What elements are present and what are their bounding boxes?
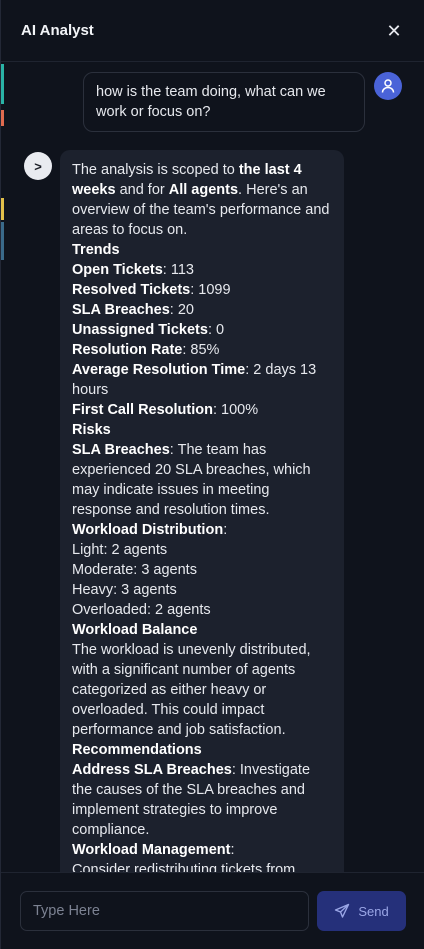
metric-item: Average Resolution Time: 2 days 13 hours [72, 360, 332, 400]
intro-text: The analysis is scoped to [72, 162, 239, 178]
ai-message: The analysis is scoped to the last 4 wee… [60, 150, 344, 872]
metric-value: : 100% [213, 402, 259, 418]
metric-item: SLA Breaches: 20 [72, 300, 332, 320]
metric-value: : 1099 [190, 282, 231, 298]
intro-text: and for [115, 182, 169, 198]
panel-header: AI Analyst ✕ [1, 0, 424, 62]
risks-heading: Risks [72, 422, 111, 438]
rec-sla: Address SLA Breaches: Investigate the ca… [72, 760, 332, 840]
composer: Send [1, 872, 424, 949]
panel-title: AI Analyst [21, 22, 94, 39]
recommendations-heading: Recommendations [72, 742, 202, 758]
risk-sla: SLA Breaches: The team has experienced 2… [72, 440, 332, 520]
metric-label: Unassigned Tickets [72, 322, 208, 338]
workload-item: Light: 2 agents [72, 542, 168, 558]
metric-item: Resolved Tickets: 1099 [72, 280, 332, 300]
paper-plane-icon [335, 903, 350, 918]
trends-heading: Trends [72, 242, 120, 258]
metric-label: Resolved Tickets [72, 282, 191, 298]
metric-item: First Call Resolution: 100% [72, 400, 332, 420]
metric-label: First Call Resolution [72, 402, 213, 418]
close-icon[interactable]: ✕ [384, 21, 404, 41]
user-avatar [374, 72, 402, 100]
metric-value: : 20 [169, 302, 194, 318]
metric-value: : 85% [182, 342, 220, 358]
user-message: how is the team doing, what can we work … [83, 72, 365, 132]
workload-item: Overloaded: 2 agents [72, 602, 211, 618]
workload-list: Light: 2 agents Moderate: 3 agents Heavy: … [72, 540, 332, 620]
metric-label: Average Resolution Time [72, 362, 246, 378]
send-button[interactable]: Send [317, 891, 406, 931]
metric-item: Open Tickets: 113 [72, 260, 332, 280]
rec-workload-text: Consider redistributing tickets from [72, 862, 296, 872]
metric-value: : 0 [207, 322, 225, 338]
workload-item: Moderate: 3 agents [72, 562, 197, 578]
scope-agents: All agents [168, 182, 239, 198]
metric-item: Resolution Rate: 85% [72, 340, 332, 360]
ai-avatar: > [24, 152, 52, 180]
colon: : [223, 522, 228, 538]
workload-balance-heading: Workload Balance [72, 622, 198, 638]
rec-label: Address SLA Breaches [72, 762, 232, 778]
workload-item: Heavy: 3 agents [72, 582, 177, 598]
metric-label: SLA Breaches [72, 302, 170, 318]
message-input[interactable] [20, 891, 309, 931]
metric-item: Unassigned Tickets: 0 [72, 320, 332, 340]
workload-distribution-label: Workload Distribution [72, 522, 224, 538]
rec-text: : [230, 842, 235, 858]
rec-workload: Workload Management: [72, 840, 332, 860]
ai-analyst-panel: AI Analyst ✕ how is the team doing, what… [0, 0, 424, 949]
rec-label: Workload Management [72, 842, 231, 858]
metric-label: Open Tickets [72, 262, 163, 278]
metric-value: : 113 [162, 262, 194, 278]
risk-label: SLA Breaches [72, 442, 170, 458]
intro-paragraph: The analysis is scoped to the last 4 wee… [72, 160, 332, 240]
workload-distribution: Workload Distribution: [72, 520, 332, 540]
workload-balance-text: The workload is unevenly distributed, wi… [72, 642, 311, 738]
message-list[interactable]: how is the team doing, what can we work … [1, 62, 424, 872]
send-label: Send [358, 903, 389, 919]
user-icon [381, 79, 395, 93]
metric-label: Resolution Rate [72, 342, 183, 358]
metrics-list: Open Tickets: 113 Resolved Tickets: 1099 S… [72, 260, 332, 420]
